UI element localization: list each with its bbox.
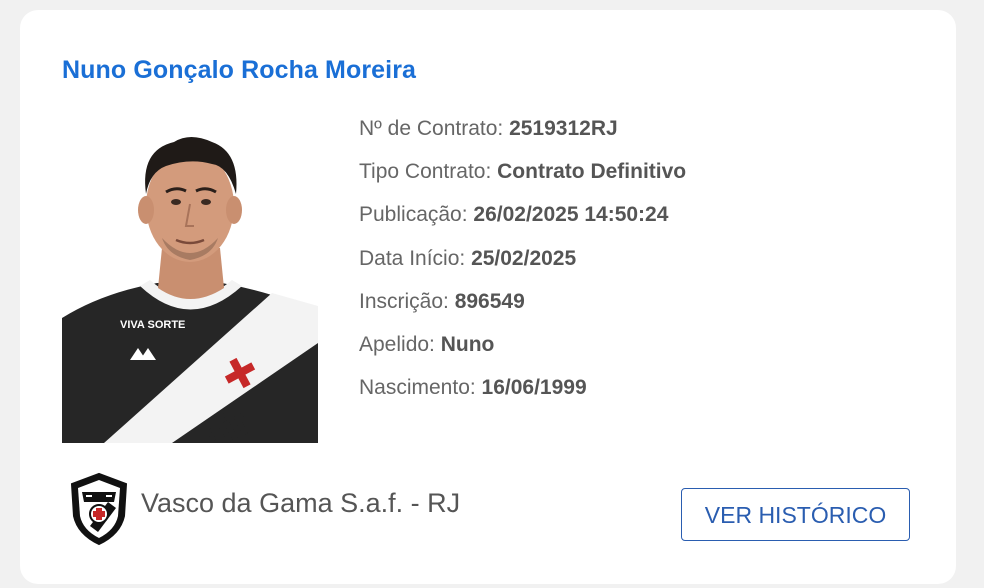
shirt-sponsor-text: VIVA SORTE [120, 319, 185, 331]
detail-label: Publicação: [359, 203, 474, 227]
detail-label: Nascimento: [359, 376, 482, 400]
detail-label: Apelido: [359, 332, 441, 356]
detail-value: 16/06/1999 [481, 376, 587, 400]
detail-start-date: Data Início: 25/02/2025 [359, 244, 686, 287]
detail-value: 25/02/2025 [471, 246, 577, 270]
vasco-crest-icon [68, 472, 130, 546]
detail-value: 26/02/2025 14:50:24 [473, 203, 669, 227]
detail-publication: Publicação: 26/02/2025 14:50:24 [359, 200, 686, 243]
detail-nickname: Apelido: Nuno [359, 330, 686, 373]
view-history-button[interactable]: VER HISTÓRICO [681, 488, 910, 541]
detail-contract-number: Nº de Contrato: 2519312RJ [359, 114, 686, 157]
detail-label: Nº de Contrato: [359, 117, 510, 140]
detail-value: Nuno [440, 332, 495, 356]
detail-label: Inscrição: [359, 289, 455, 313]
club-name[interactable]: Vasco da Gama S.a.f. - RJ [141, 488, 460, 519]
contract-details: Nº de Contrato: 2519312RJ Tipo Contrato:… [359, 114, 686, 416]
detail-value: Contrato Definitivo [497, 160, 687, 184]
detail-contract-type: Tipo Contrato: Contrato Definitivo [359, 157, 686, 200]
detail-label: Tipo Contrato: [359, 160, 498, 184]
detail-registration: Inscrição: 896549 [359, 287, 686, 330]
player-name[interactable]: Nuno Gonçalo Rocha Moreira [62, 56, 416, 85]
detail-birth-date: Nascimento: 16/06/1999 [359, 373, 686, 416]
detail-value: 896549 [454, 289, 525, 313]
detail-label: Data Início: [359, 246, 472, 270]
detail-value: 2519312RJ [509, 117, 618, 140]
player-card: Nuno Gonçalo Rocha Moreira VIVA SORTE ai… [20, 10, 956, 584]
player-photo: VIVA SORTE air [62, 128, 318, 443]
